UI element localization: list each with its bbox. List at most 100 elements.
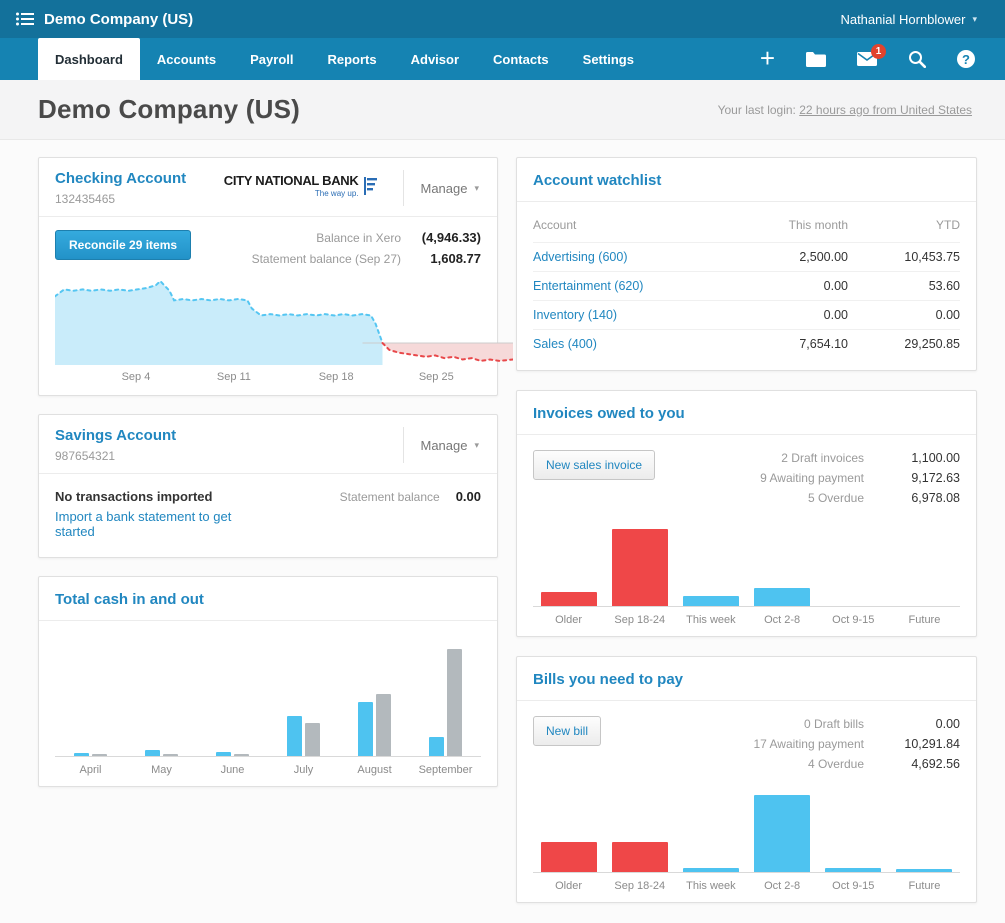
stat-row: 17 Awaiting payment 10,291.84 <box>753 736 960 753</box>
help-button[interactable]: ? <box>957 50 975 68</box>
bar-in-july <box>287 716 302 756</box>
axis-label: Older <box>533 607 604 626</box>
total-cash-card: Total cash in and out AprilMayJuneJulyAu… <box>38 576 498 787</box>
invoices-chart: OlderSep 18-24This weekOct 2-8Oct 9-15Fu… <box>533 527 960 626</box>
new-sales-invoice-button[interactable]: New sales invoice <box>533 450 655 480</box>
checking-account-link[interactable]: Checking Account <box>55 170 186 187</box>
column-header-account: Account <box>533 218 736 232</box>
bar-group <box>747 527 818 606</box>
watchlist-account-link[interactable]: Sales (400) <box>533 337 736 351</box>
watchlist-row: Inventory (140)0.000.00 <box>533 300 960 329</box>
bills-card: Bills you need to pay New bill 0 Draft b… <box>516 656 977 903</box>
total-cash-chart: AprilMayJuneJulyAugustSeptember <box>55 647 481 776</box>
watchlist-ytd-value: 53.60 <box>848 279 960 293</box>
import-statement-link[interactable]: Import a bank statement to get started <box>55 509 250 539</box>
bar-out-june <box>234 754 249 756</box>
chevron-down-icon: ▾ <box>474 440 479 451</box>
bar-out-april <box>92 754 107 756</box>
new-bill-button[interactable]: New bill <box>533 716 601 746</box>
tab-settings[interactable]: Settings <box>566 38 651 80</box>
watchlist-this-month-value: 0.00 <box>736 279 848 293</box>
bar-oct 9-15 <box>825 868 881 872</box>
bar-sep 18-24 <box>612 529 668 606</box>
checking-chart-axis: Sep 4Sep 11Sep 18Sep 25 <box>55 367 481 389</box>
bar-in-september <box>429 737 444 756</box>
axis-label: September <box>410 757 481 776</box>
watchlist-this-month-value: 2,500.00 <box>736 250 848 264</box>
bar-group <box>818 527 889 606</box>
watchlist-ytd-value: 10,453.75 <box>848 250 960 264</box>
no-transactions-text: No transactions imported <box>55 489 250 504</box>
last-login-link[interactable]: 22 hours ago from United States <box>799 103 972 117</box>
stat-label[interactable]: 17 Awaiting payment <box>753 736 864 753</box>
tab-accounts[interactable]: Accounts <box>140 38 233 80</box>
bar-group <box>675 793 746 872</box>
tab-reports[interactable]: Reports <box>311 38 394 80</box>
notifications-button[interactable]: 1 <box>857 52 877 66</box>
axis-label: Future <box>889 607 960 626</box>
account-watchlist-card: Account watchlist Account This month YTD… <box>516 157 977 371</box>
watchlist-row: Advertising (600)2,500.0010,453.75 <box>533 242 960 271</box>
user-menu[interactable]: Nathanial Hornblower ▾ <box>840 12 977 27</box>
axis-label: Future <box>889 873 960 892</box>
files-button[interactable] <box>806 52 826 67</box>
stat-value: 10,291.84 <box>878 736 960 753</box>
statement-balance-value: 1,608.77 <box>401 251 481 267</box>
invoices-stats: 2 Draft invoices1,100.00 9 Awaiting payme… <box>760 450 960 507</box>
stat-value: 9,172.63 <box>878 470 960 487</box>
page-title: Demo Company (US) <box>38 94 300 125</box>
add-new-button[interactable]: + <box>760 48 775 71</box>
search-icon <box>908 50 926 68</box>
bills-title: Bills you need to pay <box>533 671 683 688</box>
main-nav: DashboardAccountsPayrollReportsAdvisorCo… <box>0 38 1005 80</box>
tab-payroll[interactable]: Payroll <box>233 38 310 80</box>
stat-label[interactable]: 0 Draft bills <box>804 716 864 733</box>
menu-icon[interactable] <box>16 12 34 26</box>
checking-manage-button[interactable]: Manage ▾ <box>403 170 481 206</box>
checking-balance-chart <box>39 269 497 367</box>
tab-advisor[interactable]: Advisor <box>394 38 476 80</box>
axis-label: Sep 18-24 <box>604 607 675 626</box>
last-login: Your last login: 22 hours ago from Unite… <box>718 103 972 117</box>
checking-account-card: Checking Account 132435465 CITY NATIONAL… <box>38 157 498 396</box>
savings-statement-label: Statement balance <box>340 490 440 504</box>
axis-label: Oct 2-8 <box>747 607 818 626</box>
stat-row: 4 Overdue 4,692.56 <box>753 756 960 773</box>
axis-label: Oct 9-15 <box>818 607 889 626</box>
watchlist-account-link[interactable]: Advertising (600) <box>533 250 736 264</box>
stat-value: 4,692.56 <box>878 756 960 773</box>
stat-row: 2 Draft invoices1,100.00 <box>760 450 960 467</box>
bar-future <box>896 869 952 872</box>
stat-label[interactable]: 2 Draft invoices <box>781 450 864 467</box>
stat-label[interactable]: 9 Awaiting payment <box>760 470 864 487</box>
savings-manage-button[interactable]: Manage ▾ <box>403 427 481 463</box>
invoices-card: Invoices owed to you New sales invoice 2… <box>516 390 977 637</box>
company-name[interactable]: Demo Company (US) <box>44 11 193 28</box>
bar-in-august <box>358 702 373 756</box>
watchlist-account-link[interactable]: Inventory (140) <box>533 308 736 322</box>
bills-stats: 0 Draft bills0.0017 Awaiting payment10,2… <box>753 716 960 773</box>
bar-group <box>533 793 604 872</box>
axis-label: Sep 11 <box>217 371 251 383</box>
reconcile-button[interactable]: Reconcile 29 items <box>55 230 191 260</box>
savings-account-number: 987654321 <box>55 449 176 463</box>
bar-group <box>339 647 410 756</box>
axis-label: July <box>268 757 339 776</box>
balance-in-xero-value: (4,946.33) <box>401 230 481 246</box>
tab-contacts[interactable]: Contacts <box>476 38 566 80</box>
stat-label[interactable]: 5 Overdue <box>808 490 864 507</box>
bank-tagline: The way up. <box>224 189 359 198</box>
watchlist-account-link[interactable]: Entertainment (620) <box>533 279 736 293</box>
search-button[interactable] <box>908 50 926 68</box>
axis-label: Sep 18 <box>319 371 354 383</box>
axis-label: Oct 2-8 <box>747 873 818 892</box>
nav-tabs: DashboardAccountsPayrollReportsAdvisorCo… <box>38 38 651 80</box>
bar-group <box>533 527 604 606</box>
savings-account-link[interactable]: Savings Account <box>55 427 176 444</box>
bar-group <box>604 527 675 606</box>
bar-group <box>889 793 960 872</box>
total-cash-title: Total cash in and out <box>55 591 204 608</box>
tab-dashboard[interactable]: Dashboard <box>38 38 140 80</box>
bar-older <box>541 842 597 872</box>
stat-label[interactable]: 4 Overdue <box>808 756 864 773</box>
